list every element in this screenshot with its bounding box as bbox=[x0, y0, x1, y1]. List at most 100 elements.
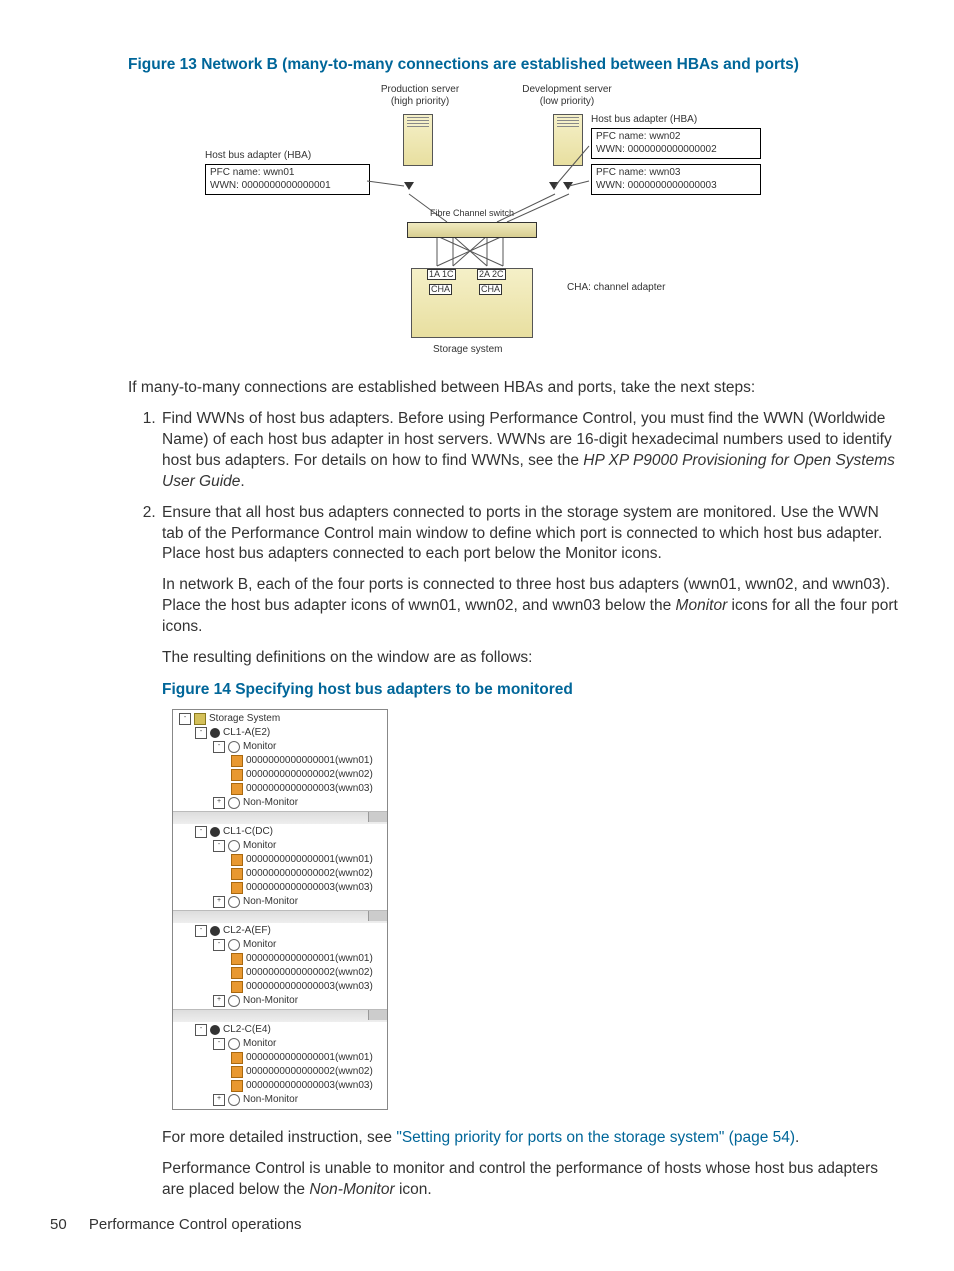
tree-label: Monitor bbox=[243, 1038, 276, 1050]
port-icon bbox=[210, 1025, 220, 1035]
closing2-b: icon. bbox=[395, 1181, 432, 1198]
figure-14-caption: Figure 14 Specifying host bus adapters t… bbox=[162, 681, 904, 699]
expand-icon: - bbox=[179, 713, 191, 725]
expand-icon: - bbox=[213, 939, 225, 951]
intro-paragraph: If many-to-many connections are establis… bbox=[128, 378, 904, 399]
tree-row: + Non-Monitor bbox=[173, 895, 387, 909]
tree-label: 0000000000000001(wwn01) bbox=[246, 1052, 373, 1064]
closing-b: . bbox=[795, 1129, 799, 1146]
tree-label: Non-Monitor bbox=[243, 896, 298, 908]
tree-row: 0000000000000002(wwn02) bbox=[173, 1065, 387, 1079]
orange-icon bbox=[231, 854, 243, 866]
tree-label: 0000000000000003(wwn03) bbox=[246, 783, 373, 795]
clock-icon bbox=[228, 1038, 240, 1050]
tree-row: + Non-Monitor bbox=[173, 796, 387, 810]
page-number: 50 bbox=[50, 1216, 67, 1233]
tree-row: 0000000000000002(wwn02) bbox=[173, 966, 387, 980]
tree-row: - Monitor bbox=[173, 740, 387, 754]
tree-label: 0000000000000003(wwn03) bbox=[246, 981, 373, 993]
tree-row: 0000000000000003(wwn03) bbox=[173, 1079, 387, 1093]
tree-scrollbar bbox=[173, 910, 387, 923]
tree-row: + Non-Monitor bbox=[173, 1093, 387, 1107]
tree-row: 0000000000000001(wwn01) bbox=[173, 754, 387, 768]
tree-row: - CL2-A(EF) bbox=[173, 924, 387, 938]
clock-icon bbox=[228, 1094, 240, 1106]
tree-label: Monitor bbox=[243, 741, 276, 753]
orange-icon bbox=[231, 755, 243, 767]
expand-icon: - bbox=[195, 925, 207, 937]
closing-para-2: Performance Control is unable to monitor… bbox=[162, 1159, 904, 1201]
orange-icon bbox=[231, 1066, 243, 1078]
tree-label: 0000000000000002(wwn02) bbox=[246, 1066, 373, 1078]
figure-13-diagram: Production server (high priority) Develo… bbox=[197, 84, 757, 364]
orange-icon bbox=[231, 1080, 243, 1092]
clock-icon bbox=[228, 741, 240, 753]
ports-1a1c: 1A 1C bbox=[427, 269, 456, 280]
tree-label: CL2-C(E4) bbox=[223, 1024, 271, 1036]
tree-label: 0000000000000003(wwn03) bbox=[246, 1080, 373, 1092]
tree-row: - CL1-C(DC) bbox=[173, 825, 387, 839]
clock-icon bbox=[228, 840, 240, 852]
orange-icon bbox=[231, 783, 243, 795]
tree-label: Monitor bbox=[243, 840, 276, 852]
expand-icon: - bbox=[213, 741, 225, 753]
port-icon bbox=[210, 827, 220, 837]
clock-icon bbox=[228, 995, 240, 1007]
cha-label-1: CHA bbox=[429, 284, 452, 295]
step1-text-b: . bbox=[240, 473, 244, 490]
folder-icon bbox=[194, 713, 206, 725]
figure-14-tree: - Storage System- CL1-A(E2)- Monitor 000… bbox=[172, 709, 388, 1110]
tree-row: 0000000000000002(wwn02) bbox=[173, 768, 387, 782]
step2-monitor-em: Monitor bbox=[676, 597, 728, 614]
orange-icon bbox=[231, 868, 243, 880]
orange-icon bbox=[231, 953, 243, 965]
expand-icon: + bbox=[213, 1094, 225, 1106]
orange-icon bbox=[231, 882, 243, 894]
port-icon bbox=[210, 926, 220, 936]
tree-scrollbar bbox=[173, 811, 387, 824]
step2-text-a: Ensure that all host bus adapters connec… bbox=[162, 504, 882, 563]
tree-label: 0000000000000002(wwn02) bbox=[246, 967, 373, 979]
switch-label: Fibre Channel switch bbox=[415, 208, 529, 218]
closing2-a: Performance Control is unable to monitor… bbox=[162, 1160, 878, 1198]
tree-label: 0000000000000002(wwn02) bbox=[246, 868, 373, 880]
tree-label: 0000000000000002(wwn02) bbox=[246, 769, 373, 781]
tree-row: - Monitor bbox=[173, 938, 387, 952]
tree-label: Non-Monitor bbox=[243, 797, 298, 809]
tree-label: Storage System bbox=[209, 713, 280, 725]
expand-icon: - bbox=[213, 840, 225, 852]
tree-row: 0000000000000001(wwn01) bbox=[173, 853, 387, 867]
orange-icon bbox=[231, 967, 243, 979]
ports-2a2c: 2A 2C bbox=[477, 269, 506, 280]
port-icon bbox=[210, 728, 220, 738]
page-footer: 50 Performance Control operations bbox=[50, 1216, 301, 1233]
orange-icon bbox=[231, 1052, 243, 1064]
steps-list: Find WWNs of host bus adapters. Before u… bbox=[128, 409, 904, 669]
tree-row: - CL2-C(E4) bbox=[173, 1023, 387, 1037]
tree-label: Monitor bbox=[243, 939, 276, 951]
footer-section: Performance Control operations bbox=[89, 1216, 302, 1233]
expand-icon: - bbox=[213, 1038, 225, 1050]
clock-icon bbox=[228, 939, 240, 951]
expand-icon: - bbox=[195, 727, 207, 739]
tree-label: 0000000000000001(wwn01) bbox=[246, 953, 373, 965]
tree-row: + Non-Monitor bbox=[173, 994, 387, 1008]
tree-row: 0000000000000003(wwn03) bbox=[173, 881, 387, 895]
closing-para-1: For more detailed instruction, see "Sett… bbox=[162, 1128, 904, 1149]
expand-icon: + bbox=[213, 896, 225, 908]
setting-priority-link[interactable]: "Setting priority for ports on the stora… bbox=[396, 1129, 795, 1146]
cha-note: CHA: channel adapter bbox=[567, 282, 665, 294]
tree-row: 0000000000000003(wwn03) bbox=[173, 782, 387, 796]
tree-label: CL2-A(EF) bbox=[223, 925, 271, 937]
clock-icon bbox=[228, 797, 240, 809]
closing-a: For more detailed instruction, see bbox=[162, 1129, 396, 1146]
tree-row: - Monitor bbox=[173, 839, 387, 853]
tree-row: - Monitor bbox=[173, 1037, 387, 1051]
orange-icon bbox=[231, 981, 243, 993]
expand-icon: + bbox=[213, 995, 225, 1007]
tree-label: Non-Monitor bbox=[243, 1094, 298, 1106]
tree-row: 0000000000000001(wwn01) bbox=[173, 1051, 387, 1065]
step-2: Ensure that all host bus adapters connec… bbox=[160, 503, 904, 669]
figure-13-caption: Figure 13 Network B (many-to-many connec… bbox=[128, 56, 904, 74]
expand-icon: + bbox=[213, 797, 225, 809]
